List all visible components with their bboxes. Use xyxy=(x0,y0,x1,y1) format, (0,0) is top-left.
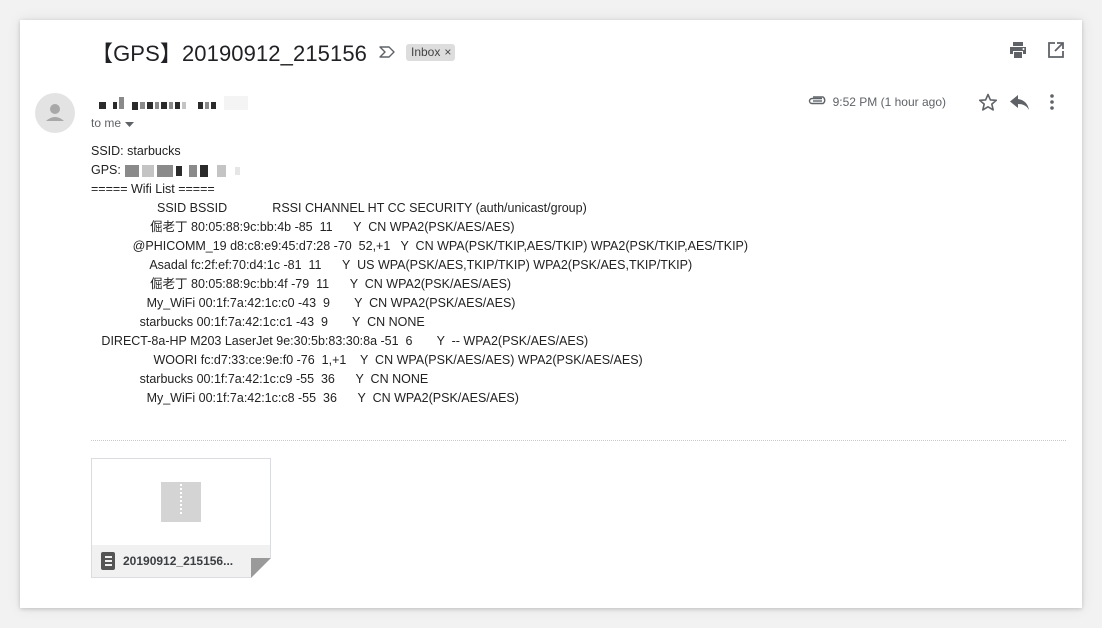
wifi-list-header: ===== Wifi List ===== xyxy=(91,182,215,196)
zip-file-icon xyxy=(161,482,201,522)
remove-label-button[interactable]: × xyxy=(444,45,451,59)
recipient-label: to me xyxy=(91,116,122,130)
wifi-row: My_WiFi 00:1f:7a:42:1c:c8 -55 36 Y CN WP… xyxy=(91,391,519,405)
wifi-row: starbucks 00:1f:7a:42:1c:c9 -55 36 Y CN … xyxy=(91,372,429,386)
attachment-footer: 20190912_215156... xyxy=(92,545,270,577)
label-chip-text: Inbox xyxy=(411,44,441,59)
attachment-card[interactable]: 20190912_215156... xyxy=(91,458,271,578)
wifi-row: DIRECT-8a-HP M203 LaserJet 9e:30:5b:83:3… xyxy=(91,334,589,348)
reply-icon[interactable] xyxy=(1010,92,1030,112)
thread-actions xyxy=(1008,40,1066,60)
paperclip-icon xyxy=(808,93,827,111)
wifi-row: starbucks 00:1f:7a:42:1c:c1 -43 9 Y CN N… xyxy=(91,315,425,329)
subject-row: 【GPS】20190912_215156 Inbox × xyxy=(91,38,456,66)
wifi-row: 倔老丁 80:05:88:9c:bb:4b -85 11 Y CN WPA2(P… xyxy=(91,220,515,234)
caret-down-icon xyxy=(125,116,135,130)
archive-type-icon xyxy=(101,552,115,570)
ssid-line: SSID: starbucks xyxy=(91,144,181,158)
open-in-new-window-icon[interactable] xyxy=(1046,40,1066,60)
gps-line: GPS: xyxy=(91,161,240,180)
wifi-row: @PHICOMM_19 d8:c8:e9:45:d7:28 -70 52,+1 … xyxy=(91,239,749,253)
star-outline-icon[interactable] xyxy=(978,92,998,112)
wifi-row: WOORI fc:d7:33:ce:9e:f0 -76 1,+1 Y CN WP… xyxy=(91,353,643,367)
wifi-row: My_WiFi 00:1f:7a:42:1c:c0 -43 9 Y CN WPA… xyxy=(91,296,516,310)
gps-label: GPS: xyxy=(91,163,121,177)
email-subject: 【GPS】20190912_215156 xyxy=(91,41,367,66)
message-time: 9:52 PM (1 hour ago) xyxy=(832,95,946,109)
attachment-filename: 20190912_215156... xyxy=(123,554,234,568)
wifi-row: Asadal fc:2f:ef:70:d4:1c -81 11 Y US WPA… xyxy=(91,258,693,272)
recipient-details-toggle[interactable]: to me xyxy=(91,116,135,130)
wifi-list: SSID BSSID RSSI CHANNEL HT CC SECURITY (… xyxy=(91,199,748,408)
attachment-preview xyxy=(92,459,270,545)
wifi-list-column-header: SSID BSSID RSSI CHANNEL HT CC SECURITY (… xyxy=(91,201,587,215)
attachment-corner-fold xyxy=(251,558,271,578)
gps-coordinates-redacted xyxy=(124,164,240,177)
more-vert-icon[interactable] xyxy=(1042,92,1062,112)
message-meta: 9:52 PM (1 hour ago) xyxy=(808,92,1062,112)
message-body: SSID: starbucks GPS: ===== Wifi List ===… xyxy=(91,142,240,199)
important-marker-icon[interactable] xyxy=(379,46,396,58)
sender-name-redacted[interactable] xyxy=(99,96,248,110)
email-view: 【GPS】20190912_215156 Inbox × to me 9:52 … xyxy=(20,20,1082,608)
wifi-row: 倔老丁 80:05:88:9c:bb:4f -79 11 Y CN WPA2(P… xyxy=(91,277,512,291)
label-chip-inbox[interactable]: Inbox × xyxy=(406,43,456,61)
print-icon[interactable] xyxy=(1008,40,1028,60)
attachments-divider xyxy=(91,440,1066,441)
default-avatar-icon[interactable] xyxy=(35,93,75,133)
